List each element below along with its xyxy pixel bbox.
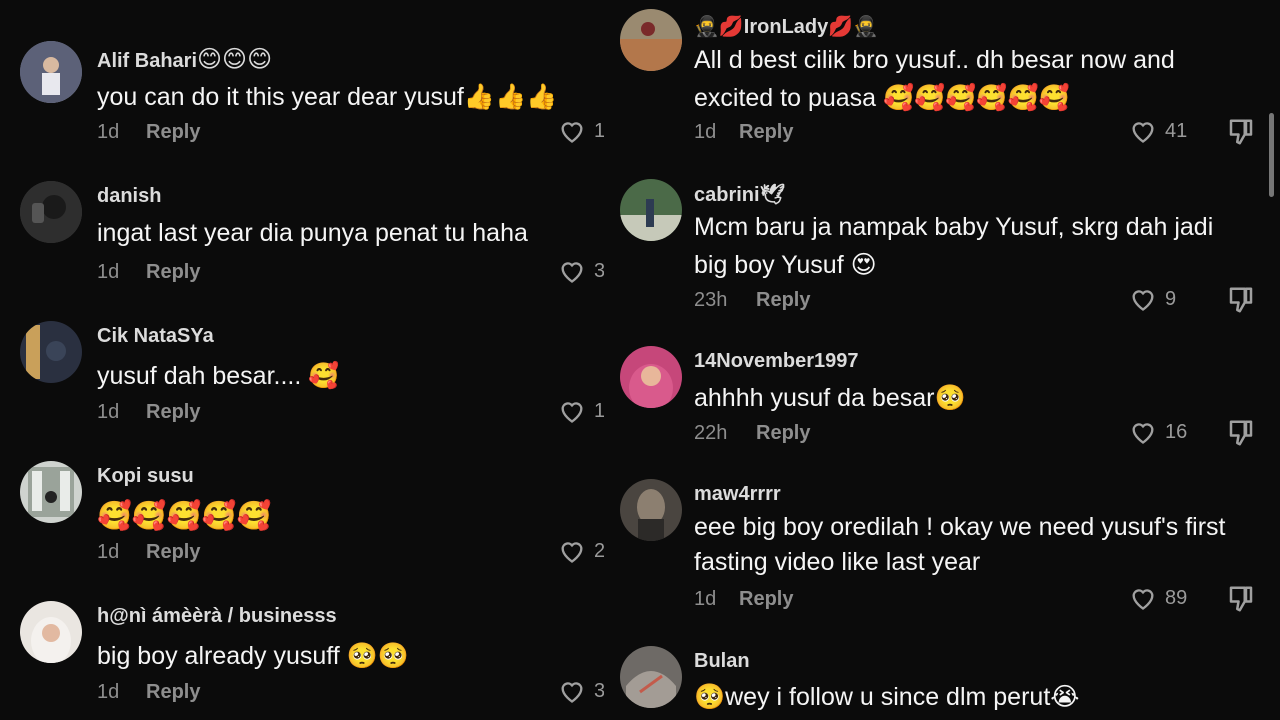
avatar[interactable] <box>620 646 682 708</box>
comment-time: 23h <box>694 289 728 311</box>
comment-text-line: Mcm baru ja nampak baby Yusuf, skrg dah … <box>694 213 1214 241</box>
like-button[interactable]: 41 <box>1129 118 1187 144</box>
comment-time: 22h <box>694 422 728 444</box>
reply-button[interactable]: Reply <box>739 121 793 144</box>
comment-username[interactable]: Kopi susu <box>97 465 194 488</box>
comment-username[interactable]: Bulan <box>694 650 750 673</box>
heart-icon <box>1132 589 1154 610</box>
comment-username[interactable]: h@nì ámèèrà / businesss <box>97 605 337 628</box>
like-count: 16 <box>1165 420 1188 443</box>
comment-text-line: ahhhh yusuf da besar🥺 <box>694 384 966 412</box>
like-button[interactable]: 3 <box>558 678 604 704</box>
comment-username[interactable]: cabrini🕊 <box>694 182 785 207</box>
like-count: 41 <box>1165 119 1188 142</box>
comment-item: Bulan 🥺wey i follow u since dlm perut😭 <box>604 637 1280 720</box>
comment-item: 14November1997 ahhhh yusuf da besar🥺 22h… <box>604 336 1280 469</box>
comment-time: 1d <box>694 121 717 143</box>
comment-text-line: excited to puasa 🥰🥰🥰🥰🥰🥰 <box>694 84 1070 112</box>
comments-column-left: Alif Bahari😊😊😊 you can do it this year d… <box>0 0 604 720</box>
reply-button[interactable]: Reply <box>739 588 793 611</box>
avatar-photo <box>620 646 682 708</box>
avatar-photo <box>20 461 82 523</box>
like-count: 89 <box>1165 586 1188 609</box>
avatar[interactable] <box>20 461 82 523</box>
avatar[interactable] <box>620 346 682 408</box>
avatar[interactable] <box>20 41 82 103</box>
comment-text: yusuf dah besar.... 🥰 <box>97 362 340 390</box>
heart-icon <box>561 682 583 703</box>
avatar-photo <box>620 479 682 541</box>
comment-item: Alif Bahari😊😊😊 you can do it this year d… <box>0 0 604 160</box>
dislike-icon[interactable] <box>1226 117 1256 147</box>
avatar[interactable] <box>20 181 82 243</box>
comment-text: big boy already yusuff 🥺🥺 <box>97 642 409 670</box>
dislike-icon[interactable] <box>1226 418 1256 448</box>
avatar-photo <box>620 179 682 241</box>
heart-icon <box>1132 290 1154 311</box>
comment-item: danish ingat last year dia punya penat t… <box>0 140 604 283</box>
comment-item: h@nì ámèèrà / businesss big boy already … <box>0 560 604 720</box>
avatar-photo <box>20 601 82 663</box>
comment-item: cabrini🕊 Mcm baru ja nampak baby Yusuf, … <box>604 168 1280 336</box>
avatar-photo <box>620 346 682 408</box>
heart-icon <box>1132 423 1154 444</box>
comment-username[interactable]: 🥷💋IronLady💋🥷 <box>694 14 878 39</box>
like-count: 3 <box>594 679 604 702</box>
like-count: 9 <box>1165 287 1177 310</box>
username-emoji: 😊😊😊 <box>197 45 273 73</box>
comments-column-right: 🥷💋IronLady💋🥷 All d best cilik bro yusuf.… <box>604 0 1280 720</box>
comment-username[interactable]: 14November1997 <box>694 350 859 373</box>
comment-item: 🥷💋IronLady💋🥷 All d best cilik bro yusuf.… <box>604 0 1280 160</box>
comment-text: ingat last year dia punya penat tu haha <box>97 219 528 247</box>
comment-text-line: eee big boy oredilah ! okay we need yusu… <box>694 513 1226 541</box>
reply-button[interactable]: Reply <box>756 422 810 445</box>
username-text: Alif Bahari <box>97 50 198 72</box>
like-button[interactable]: 89 <box>1129 585 1187 611</box>
comment-username[interactable]: maw4rrrr <box>694 483 781 506</box>
comment-text-line: 🥺wey i follow u since dlm perut😭 <box>694 683 1080 711</box>
avatar-photo <box>620 9 682 71</box>
dislike-icon[interactable] <box>1226 285 1256 315</box>
comment-text-line: big boy Yusuf 😍 <box>694 251 877 279</box>
scrollbar[interactable] <box>1269 113 1274 197</box>
comment-time: 1d <box>97 681 120 703</box>
dislike-icon[interactable] <box>1226 584 1256 614</box>
comment-text-line: All d best cilik bro yusuf.. dh besar no… <box>694 46 1175 74</box>
avatar[interactable] <box>620 479 682 541</box>
like-button[interactable]: 9 <box>1129 286 1176 312</box>
comment-time: 1d <box>694 588 717 610</box>
comment-text: 🥰🥰🥰🥰🥰 <box>97 499 272 532</box>
avatar[interactable] <box>20 321 82 383</box>
like-button[interactable]: 16 <box>1129 419 1187 445</box>
comment-text: you can do it this year dear yusuf👍👍👍 <box>97 83 558 111</box>
avatar-photo <box>20 321 82 383</box>
reply-button[interactable]: Reply <box>756 289 810 312</box>
avatar-photo <box>20 41 82 103</box>
avatar-photo <box>20 181 82 243</box>
heart-icon <box>1132 122 1154 143</box>
comment-username[interactable]: danish <box>97 185 161 208</box>
avatar[interactable] <box>20 601 82 663</box>
comment-item: Cik NataSYa yusuf dah besar.... 🥰 1d Rep… <box>0 280 604 423</box>
reply-button[interactable]: Reply <box>146 681 200 704</box>
avatar[interactable] <box>620 179 682 241</box>
comment-text-line: fasting video like last year <box>694 548 981 576</box>
comment-item: Kopi susu 🥰🥰🥰🥰🥰 1d Reply 2 <box>0 420 604 563</box>
comment-item: maw4rrrr eee big boy oredilah ! okay we … <box>604 469 1280 637</box>
avatar[interactable] <box>620 9 682 71</box>
comment-username[interactable]: Cik NataSYa <box>97 325 214 348</box>
comment-username[interactable]: Alif Bahari😊😊😊 <box>97 45 272 73</box>
